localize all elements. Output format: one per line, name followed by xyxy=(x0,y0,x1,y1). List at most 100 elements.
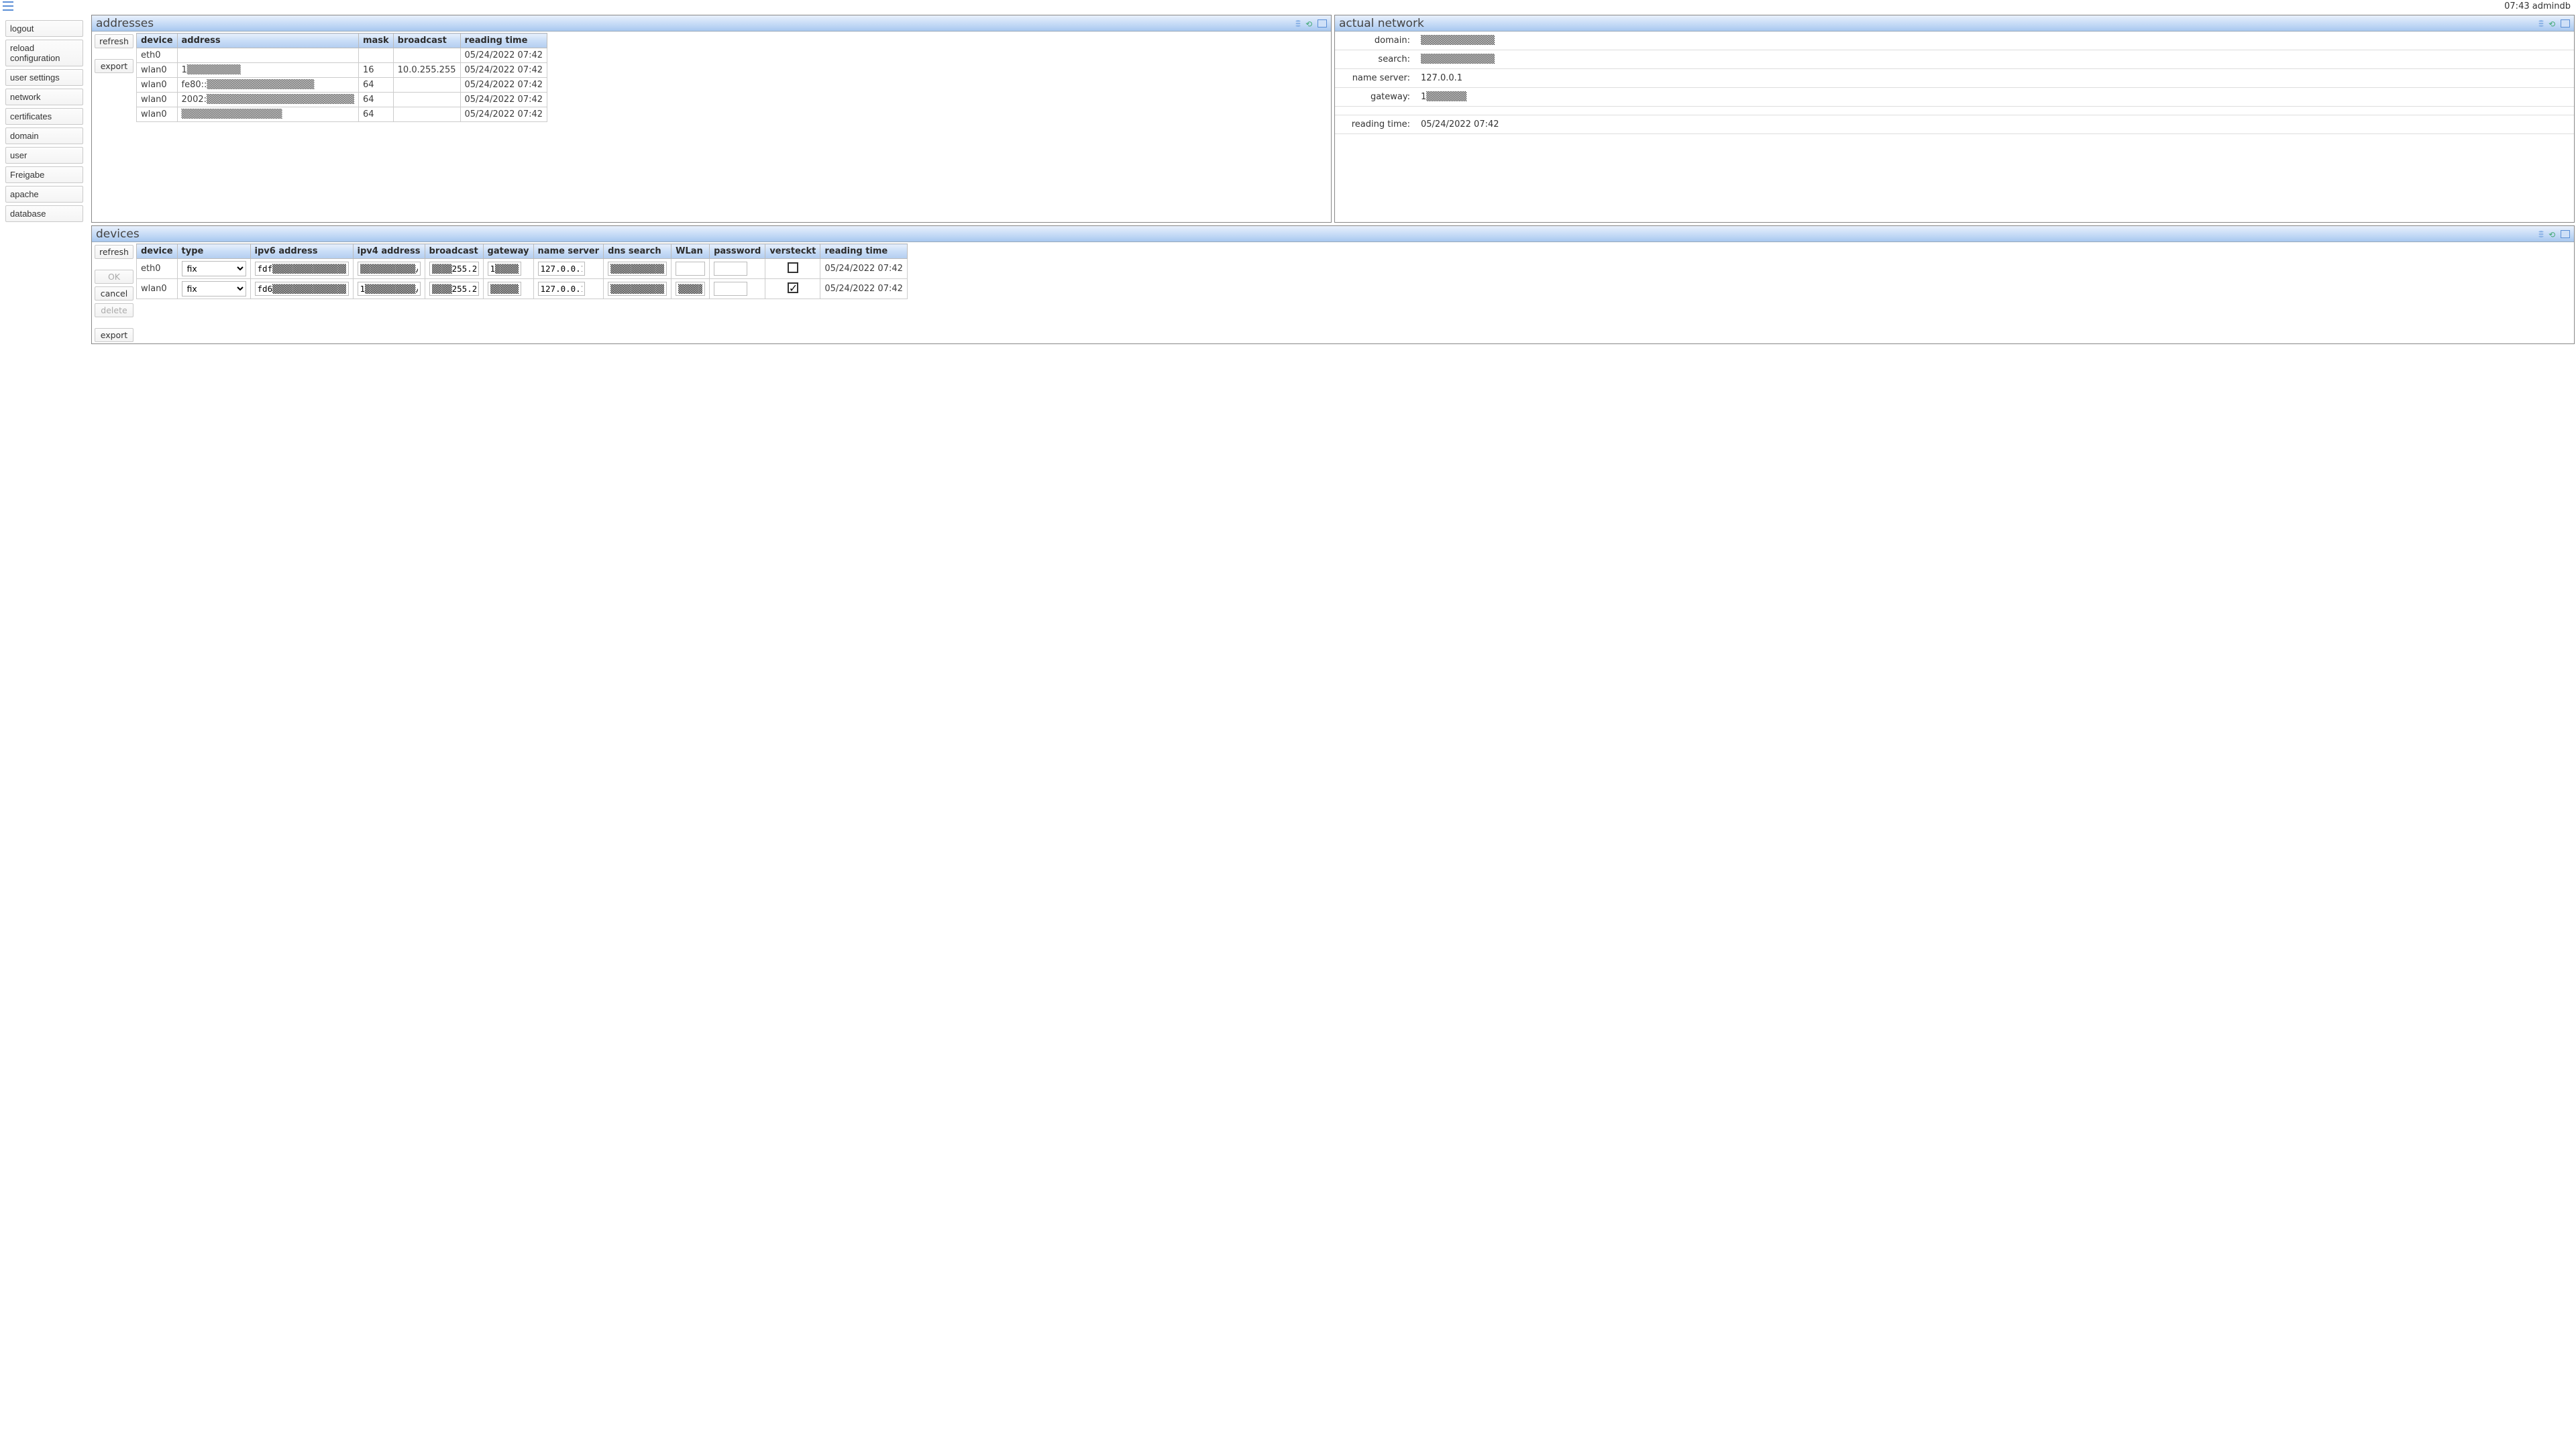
type-select[interactable]: fix xyxy=(182,281,246,297)
cell-broadcast xyxy=(393,48,460,63)
ipv6-input[interactable] xyxy=(255,282,349,296)
gateway-value: 1▒▒▒▒▒▒ xyxy=(1415,88,2574,107)
sidebar-item-user[interactable]: user xyxy=(5,147,83,164)
col-password[interactable]: password xyxy=(710,244,765,259)
nameserver-input[interactable] xyxy=(538,262,585,276)
col-reading-time[interactable]: reading time xyxy=(460,34,547,48)
sidebar-item-network[interactable]: network xyxy=(5,89,83,105)
cell-ipv4 xyxy=(353,279,425,299)
password-input[interactable] xyxy=(714,282,747,296)
cell-ipv6 xyxy=(250,259,353,279)
cell-device: wlan0 xyxy=(136,279,177,299)
sidebar-item-apache[interactable]: apache xyxy=(5,186,83,203)
sidebar-item-user-settings[interactable]: user settings xyxy=(5,69,83,86)
devices-delete-button[interactable]: delete xyxy=(95,303,133,317)
versteckt-checkbox[interactable] xyxy=(788,262,798,273)
col-device[interactable]: device xyxy=(136,244,177,259)
ipv4-input[interactable] xyxy=(358,262,421,276)
cell-dns xyxy=(604,259,672,279)
col-dns[interactable]: dns search xyxy=(604,244,672,259)
cell-versteckt xyxy=(765,279,820,299)
popout-icon[interactable] xyxy=(1318,19,1327,28)
devices-cancel-button[interactable]: cancel xyxy=(95,286,133,301)
popout-icon[interactable] xyxy=(2561,230,2570,238)
readingtime-value: 05/24/2022 07:42 xyxy=(1415,115,2574,134)
gateway-input[interactable] xyxy=(488,282,521,296)
devices-title: devices xyxy=(96,227,2536,241)
table-row[interactable]: wlan0 fix 05/24/2022 07:42 xyxy=(136,279,907,299)
readingtime-label: reading time: xyxy=(1335,115,1415,134)
cell-device: eth0 xyxy=(136,48,177,63)
cell-readingtime: 05/24/2022 07:42 xyxy=(820,259,908,279)
broadcast-input[interactable] xyxy=(429,262,479,276)
gateway-input[interactable] xyxy=(488,262,521,276)
sidebar-item-certificates[interactable]: certificates xyxy=(5,108,83,125)
sidebar-item-domain[interactable]: domain xyxy=(5,127,83,144)
cell-type: fix xyxy=(177,259,250,279)
popout-icon[interactable] xyxy=(2561,19,2570,28)
wlan-input[interactable] xyxy=(676,282,705,296)
broadcast-input[interactable] xyxy=(429,282,479,296)
reload-icon[interactable] xyxy=(2548,230,2558,238)
col-type[interactable]: type xyxy=(177,244,250,259)
type-select[interactable]: fix xyxy=(182,261,246,276)
password-input[interactable] xyxy=(714,262,747,276)
cell-versteckt xyxy=(765,259,820,279)
sidebar-item-reload-config[interactable]: reload configuration xyxy=(5,40,83,66)
col-address[interactable]: address xyxy=(177,34,358,48)
col-broadcast[interactable]: broadcast xyxy=(425,244,483,259)
col-mask[interactable]: mask xyxy=(358,34,393,48)
cell-readingtime: 05/24/2022 07:42 xyxy=(820,279,908,299)
cell-broadcast xyxy=(425,279,483,299)
table-row[interactable]: eth005/24/2022 07:42 xyxy=(136,48,547,63)
col-readingtime[interactable]: reading time xyxy=(820,244,908,259)
reload-icon[interactable] xyxy=(1305,19,1315,28)
cell-wlan xyxy=(672,279,710,299)
sidebar-item-logout[interactable]: logout xyxy=(5,20,83,37)
menu-icon[interactable] xyxy=(3,1,13,11)
cell-wlan xyxy=(672,259,710,279)
sidebar-item-database[interactable]: database xyxy=(5,205,83,222)
cell-address: ▒▒▒▒▒▒▒▒▒▒▒▒▒▒▒ xyxy=(177,107,358,122)
addresses-export-button[interactable]: export xyxy=(95,59,133,73)
actual-network-title: actual network xyxy=(1339,17,2536,30)
cell-broadcast xyxy=(425,259,483,279)
addresses-panel: addresses refresh export device address … xyxy=(91,15,1332,223)
col-gateway[interactable]: gateway xyxy=(483,244,533,259)
versteckt-checkbox[interactable] xyxy=(788,282,798,293)
cell-broadcast xyxy=(393,78,460,93)
sidebar-item-freigabe[interactable]: Freigabe xyxy=(5,166,83,183)
database-icon[interactable] xyxy=(1293,19,1303,28)
table-row[interactable]: wlan02002:▒▒▒▒▒▒▒▒▒▒▒▒▒▒▒▒▒▒▒▒▒▒6405/24/… xyxy=(136,93,547,107)
col-ipv6[interactable]: ipv6 address xyxy=(250,244,353,259)
devices-refresh-button[interactable]: refresh xyxy=(95,245,133,259)
ipv6-input[interactable] xyxy=(255,262,349,276)
col-ipv4[interactable]: ipv4 address xyxy=(353,244,425,259)
table-row[interactable]: wlan0fe80::▒▒▒▒▒▒▒▒▒▒▒▒▒▒▒▒6405/24/2022 … xyxy=(136,78,547,93)
devices-export-button[interactable]: export xyxy=(95,328,133,342)
database-icon[interactable] xyxy=(2536,19,2546,28)
dns-input[interactable] xyxy=(608,262,667,276)
nameserver-input[interactable] xyxy=(538,282,585,296)
cell-dns xyxy=(604,279,672,299)
wlan-input[interactable] xyxy=(676,262,705,276)
search-label: search: xyxy=(1335,50,1415,69)
cell-device: wlan0 xyxy=(136,63,177,78)
table-row[interactable]: wlan01▒▒▒▒▒▒▒▒1610.0.255.25505/24/2022 0… xyxy=(136,63,547,78)
actual-network-table: domain: ▒▒▒▒▒▒▒▒▒▒▒ search: ▒▒▒▒▒▒▒▒▒▒▒ … xyxy=(1335,32,2574,134)
col-nameserver[interactable]: name server xyxy=(533,244,604,259)
col-broadcast[interactable]: broadcast xyxy=(393,34,460,48)
cell-type: fix xyxy=(177,279,250,299)
database-icon[interactable] xyxy=(2536,230,2546,238)
ipv4-input[interactable] xyxy=(358,282,421,296)
col-wlan[interactable]: WLan xyxy=(672,244,710,259)
dns-input[interactable] xyxy=(608,282,667,296)
table-row[interactable]: wlan0▒▒▒▒▒▒▒▒▒▒▒▒▒▒▒6405/24/2022 07:42 xyxy=(136,107,547,122)
cell-password xyxy=(710,279,765,299)
addresses-refresh-button[interactable]: refresh xyxy=(95,34,133,48)
col-versteckt[interactable]: versteckt xyxy=(765,244,820,259)
table-row[interactable]: eth0fix05/24/2022 07:42 xyxy=(136,259,907,279)
devices-ok-button[interactable]: OK xyxy=(95,270,133,284)
reload-icon[interactable] xyxy=(2548,19,2558,28)
col-device[interactable]: device xyxy=(136,34,177,48)
